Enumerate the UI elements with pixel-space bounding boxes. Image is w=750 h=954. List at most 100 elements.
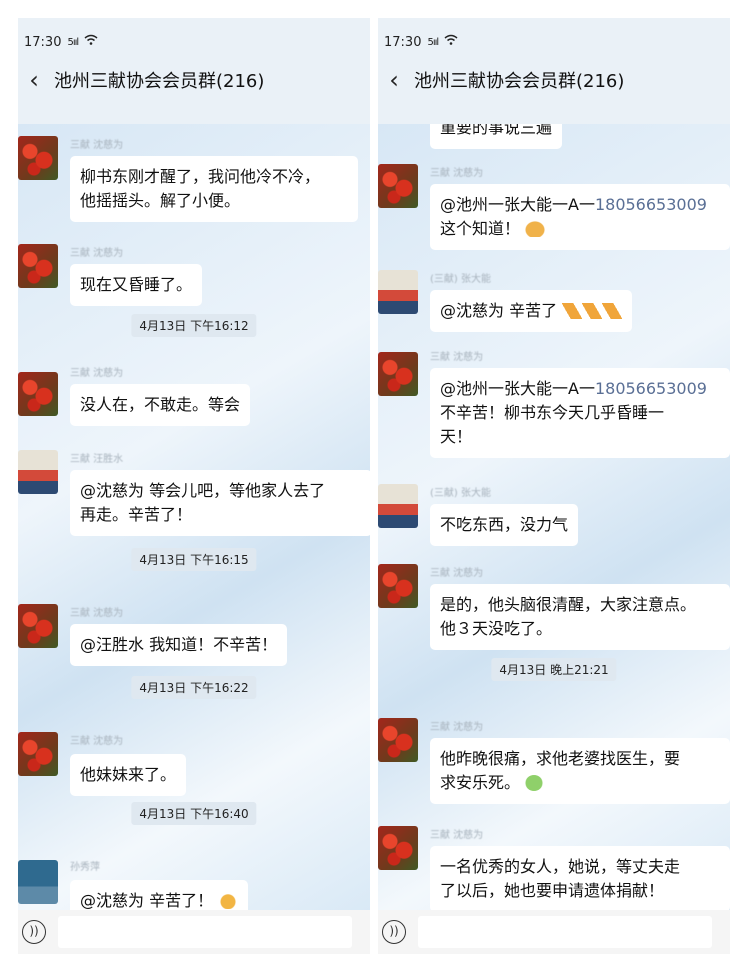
message-bubble[interactable]: 不吃东西，没力气 (430, 504, 579, 546)
message-bubble[interactable]: @池州一张大能一A一18056653009 这个知道！ (430, 184, 730, 250)
message-text: @池州一张大能一A一18056653009 (440, 193, 720, 217)
chat-screen-left: 17:30 5ııl ‹ 池州三献协会会员群(216) 三献 沈慈为 柳书东刚才… (18, 18, 370, 954)
status-time: 17:30 (384, 34, 422, 50)
signal-icon: 5ııl (67, 36, 79, 48)
sender-name: 三献 汪胜水 (70, 454, 124, 465)
message-text: 不辛苦！柳书东今天几乎昏睡一 (440, 403, 665, 422)
avatar[interactable] (18, 136, 58, 180)
thumbs-up-emoji (218, 893, 239, 909)
chevron-left-icon[interactable]: ‹ (20, 66, 48, 94)
message-bubble[interactable]: 柳书东刚才醒了，我问他冷不冷， 他摇摇头。解了小便。 (70, 156, 358, 222)
wifi-icon (444, 34, 458, 50)
message-bubble[interactable]: 一名优秀的女人，她说，等丈夫走 了以后，她也要申请遗体捐献！ (430, 846, 730, 912)
message-bubble[interactable]: @沈慈为 等会儿吧，等他家人去了 再走。辛苦了！ (70, 470, 370, 536)
pray-emoji (582, 303, 603, 319)
message-text: @沈慈为 辛苦了！ (80, 891, 214, 910)
message-bubble[interactable]: @沈慈为 辛苦了 (430, 290, 633, 332)
status-time: 17:30 (24, 34, 62, 50)
avatar[interactable] (378, 564, 418, 608)
message-text: @池州一张大能一A一18056653009 (440, 377, 720, 401)
title-bar: ‹ 池州三献协会会员群(216) (378, 60, 730, 100)
avatar[interactable] (18, 860, 58, 904)
message-input[interactable] (58, 916, 352, 948)
input-bar: )) (378, 910, 730, 954)
message-text: @沈慈为 辛苦了 (440, 301, 558, 320)
timestamp: 4月13日 下午16:12 (131, 314, 257, 337)
sender-name: (三献) 张大能 (430, 274, 491, 285)
sender-name: 孙秀萍 (70, 862, 100, 873)
message-text: 柳书东刚才醒了，我问他冷不冷， (80, 167, 321, 186)
message-text: 现在又昏睡了。 (80, 275, 193, 294)
avatar[interactable] (378, 352, 418, 396)
message-text: 不吃东西，没力气 (440, 515, 569, 534)
message-text: 他摇摇头。解了小便。 (80, 191, 241, 210)
timestamp: 4月13日 下午16:22 (131, 676, 257, 699)
sender-name: 三献 沈慈为 (70, 608, 124, 619)
avatar[interactable] (18, 244, 58, 288)
message-text: 没人在，不敢走。等会 (80, 395, 241, 414)
sender-name: 三献 沈慈为 (430, 568, 484, 579)
sender-name: 三献 沈慈为 (430, 352, 484, 363)
message-text: 他昨晚很痛，求他老婆找医生，要 (440, 749, 681, 768)
message-bubble[interactable]: 现在又昏睡了。 (70, 264, 203, 306)
message-text: 再走。辛苦了！ (80, 505, 193, 524)
voice-icon[interactable]: )) (22, 920, 46, 944)
sender-name: 三献 沈慈为 (430, 168, 484, 179)
avatar[interactable] (18, 450, 58, 494)
title-bar: ‹ 池州三献协会会员群(216) (18, 60, 370, 100)
avatar[interactable] (18, 372, 58, 416)
phone-link[interactable]: 18056653009 (595, 195, 707, 214)
message-bubble[interactable]: @池州一张大能一A一18056653009 不辛苦！柳书东今天几乎昏睡一 天！ (430, 368, 730, 458)
message-bubble[interactable]: 没人在，不敢走。等会 (70, 384, 251, 426)
avatar[interactable] (378, 270, 418, 314)
message-text: @沈慈为 等会儿吧，等他家人去了 (80, 481, 326, 500)
message-input[interactable] (418, 916, 712, 948)
message-bubble[interactable]: @汪胜水 我知道！不辛苦！ (70, 624, 288, 666)
sender-name: 三献 沈慈为 (70, 248, 124, 259)
group-title: 池州三献协会会员群(216) (414, 71, 625, 92)
timestamp: 4月13日 下午16:15 (131, 548, 257, 571)
timestamp: 4月13日 下午16:40 (131, 802, 257, 825)
avatar[interactable] (378, 484, 418, 528)
avatar[interactable] (378, 718, 418, 762)
pray-emoji (562, 303, 583, 319)
pray-emoji (602, 303, 623, 319)
sender-name: (三献) 张大能 (430, 488, 491, 499)
avatar[interactable] (378, 164, 418, 208)
handshake-emoji (525, 221, 546, 237)
mention-text: @池州一张大能一A一 (440, 379, 595, 398)
message-text: 他妹妹来了。 (80, 765, 177, 784)
avatar[interactable] (18, 604, 58, 648)
avatar[interactable] (378, 826, 418, 870)
wifi-icon (84, 34, 98, 50)
message-text: 他３天没吃了。 (440, 619, 553, 638)
avatar[interactable] (18, 732, 58, 776)
header-mask (378, 100, 730, 124)
sender-name: 三献 沈慈为 (70, 368, 124, 379)
message-line: 求安乐死。 (440, 773, 521, 792)
mention-text: @池州一张大能一A一 (440, 195, 595, 214)
status-bar: 17:30 5ııl (378, 32, 458, 52)
chevron-left-icon[interactable]: ‹ (380, 66, 408, 94)
message-text: @汪胜水 我知道！不辛苦！ (80, 635, 278, 654)
message-text: 求安乐死。 (440, 771, 720, 795)
status-bar: 17:30 5ııl (18, 32, 98, 52)
message-text: 了以后，她也要申请遗体捐献！ (440, 881, 665, 900)
message-text: 天！ (440, 427, 473, 446)
message-line: 这个知道！ (440, 219, 521, 238)
sick-face-emoji (525, 775, 544, 791)
chat-screen-right: 17:30 5ııl ‹ 池州三献协会会员群(216) 重要的事说三遍 三献 沈… (378, 18, 730, 954)
voice-icon[interactable]: )) (382, 920, 406, 944)
message-text: 是的，他头脑很清醒，大家注意点。 (440, 595, 697, 614)
input-bar: )) (18, 910, 370, 954)
phone-link[interactable]: 18056653009 (595, 379, 707, 398)
message-text: 一名优秀的女人，她说，等丈夫走 (440, 857, 681, 876)
message-text: 这个知道！ (440, 217, 720, 241)
message-bubble[interactable]: 他妹妹来了。 (70, 754, 187, 796)
message-bubble[interactable]: 他昨晚很痛，求他老婆找医生，要 求安乐死。 (430, 738, 730, 804)
sender-name: 三献 沈慈为 (70, 736, 124, 747)
group-title: 池州三献协会会员群(216) (54, 71, 265, 92)
message-bubble[interactable]: 是的，他头脑很清醒，大家注意点。 他３天没吃了。 (430, 584, 730, 650)
sender-name: 三献 沈慈为 (430, 830, 484, 841)
sender-name: 三献 沈慈为 (430, 722, 484, 733)
